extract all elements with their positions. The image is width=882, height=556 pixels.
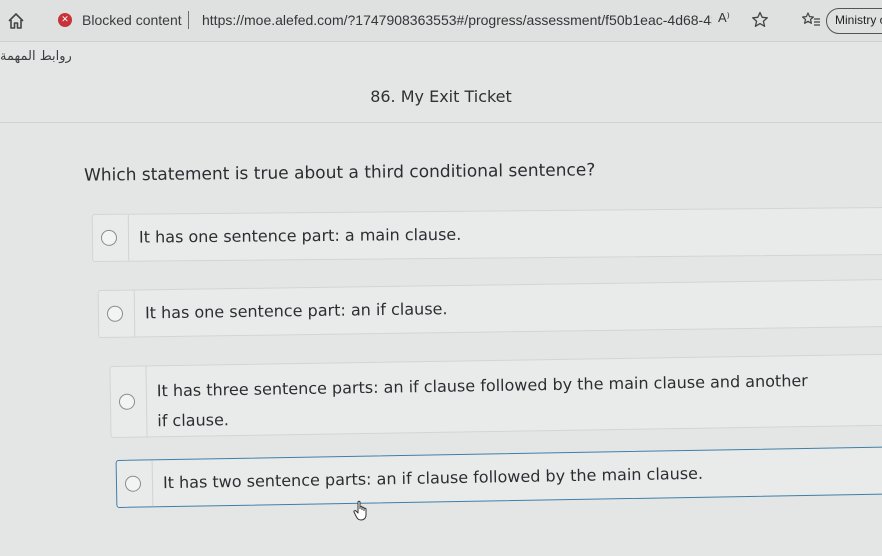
radio-cell bbox=[116, 460, 154, 507]
important-links[interactable]: روابط المهمة bbox=[0, 49, 72, 64]
answer-option-4[interactable]: It has two sentence parts: an if clause … bbox=[115, 446, 882, 508]
address-bar-url[interactable]: https://moe.alefed.com/?1747908363553#/p… bbox=[202, 12, 712, 28]
star-icon[interactable] bbox=[750, 10, 770, 30]
answer-option-label: It has two sentence parts: an if clause … bbox=[162, 463, 704, 493]
radio-button[interactable] bbox=[124, 475, 142, 492]
radio-button[interactable] bbox=[100, 229, 118, 246]
answer-option-label: It has one sentence part: an if clause. bbox=[144, 299, 448, 323]
answer-option-2[interactable]: It has one sentence part: an if clause. bbox=[97, 278, 882, 338]
page-title: 86. My Exit Ticket bbox=[370, 87, 512, 106]
answer-option-3[interactable]: It has three sentence parts: an if claus… bbox=[109, 353, 882, 438]
radio-cell bbox=[92, 214, 130, 261]
answer-option-label: It has three sentence parts: an if claus… bbox=[156, 371, 808, 431]
radio-cell bbox=[98, 290, 136, 337]
answer-option-1[interactable]: It has one sentence part: a main clause. bbox=[91, 207, 882, 262]
question-text: Which statement is true about a third co… bbox=[83, 160, 596, 186]
browser-toolbar: ✕ Blocked content https://moe.alefed.com… bbox=[0, 0, 882, 42]
radio-cell bbox=[110, 366, 148, 437]
radio-button[interactable] bbox=[118, 393, 136, 410]
blocked-content-label[interactable]: Blocked content bbox=[82, 12, 182, 28]
answer-option-label: It has one sentence part: a main clause. bbox=[138, 224, 462, 247]
favorites-list-icon[interactable] bbox=[800, 10, 822, 30]
blocked-icon[interactable]: ✕ bbox=[58, 13, 72, 27]
read-aloud-icon[interactable]: A⁾ bbox=[718, 10, 730, 26]
radio-button[interactable] bbox=[106, 305, 124, 322]
address-bar-divider bbox=[188, 11, 189, 29]
hand-cursor-icon bbox=[353, 500, 367, 521]
title-divider bbox=[0, 122, 882, 123]
home-icon[interactable] bbox=[6, 11, 26, 31]
profile-button[interactable]: Ministry of bbox=[826, 8, 882, 34]
